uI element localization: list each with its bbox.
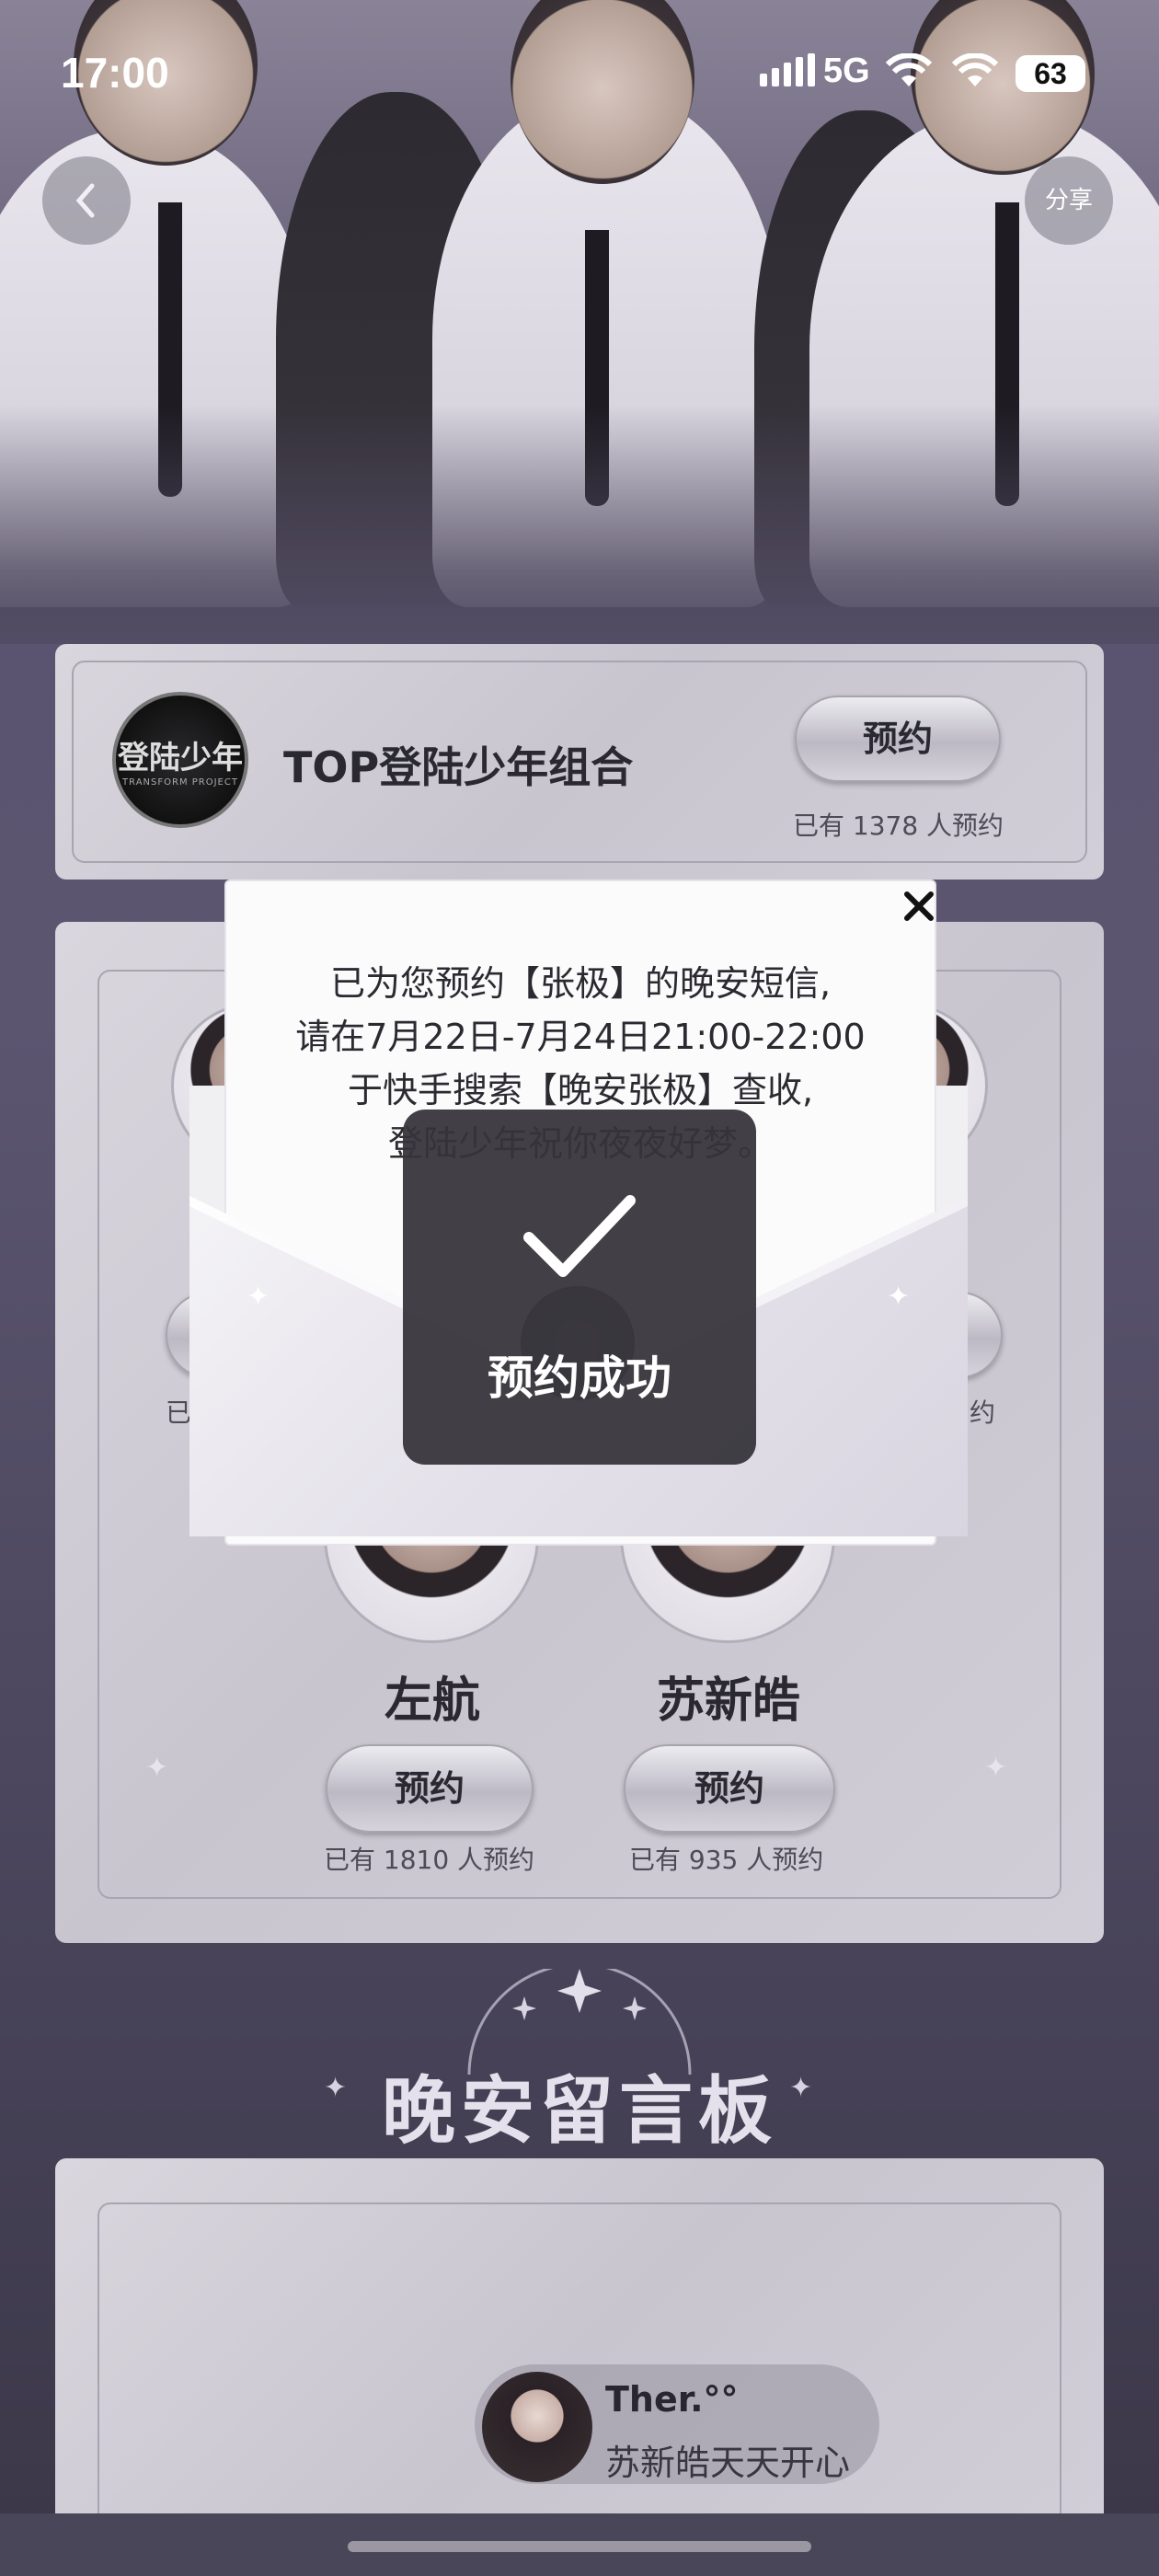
- letter-line: 请在7月22日-7月24日21:00-22:00: [295, 1017, 866, 1057]
- letter-line: 已为您预约【张极】的晚安短信,: [329, 963, 832, 1004]
- sparkle-icon: ✦: [887, 1281, 911, 1313]
- modal-overlay: 已为您预约【张极】的晚安短信, 请在7月22日-7月24日21:00-22:00…: [0, 0, 1159, 2576]
- close-button[interactable]: [896, 883, 942, 929]
- toast-text: 预约成功: [488, 1351, 671, 1405]
- page: 17:00 5G 63 分享 登陆少年 TRANSFORM PROJECT TO…: [0, 0, 1159, 2576]
- checkmark-icon: [523, 1195, 636, 1277]
- close-icon: [904, 891, 934, 921]
- sparkle-icon: ✦: [247, 1281, 270, 1313]
